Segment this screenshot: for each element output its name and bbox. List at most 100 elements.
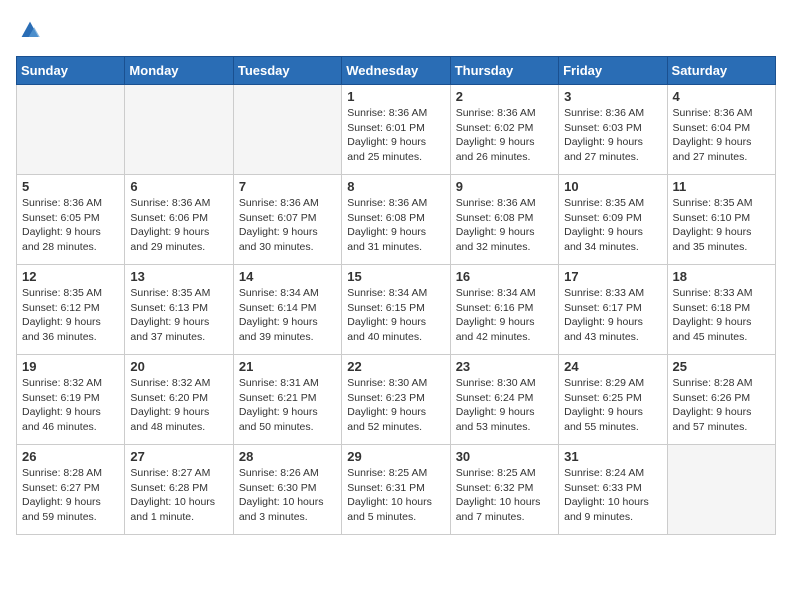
day-number: 4 <box>673 89 770 104</box>
day-info: Sunrise: 8:25 AM Sunset: 6:32 PM Dayligh… <box>456 466 553 525</box>
calendar-cell: 30 Sunrise: 8:25 AM Sunset: 6:32 PM Dayli… <box>450 445 558 535</box>
calendar-cell <box>17 85 125 175</box>
calendar-week-row: 5 Sunrise: 8:36 AM Sunset: 6:05 PM Daylig… <box>17 175 776 265</box>
day-number: 25 <box>673 359 770 374</box>
day-info: Sunrise: 8:36 AM Sunset: 6:05 PM Dayligh… <box>22 196 119 255</box>
day-number: 21 <box>239 359 336 374</box>
calendar-table: SundayMondayTuesdayWednesdayThursdayFrid… <box>16 56 776 535</box>
day-number: 8 <box>347 179 444 194</box>
calendar-cell: 6 Sunrise: 8:36 AM Sunset: 6:06 PM Daylig… <box>125 175 233 265</box>
calendar-cell: 9 Sunrise: 8:36 AM Sunset: 6:08 PM Daylig… <box>450 175 558 265</box>
logo-icon <box>16 16 44 44</box>
day-number: 1 <box>347 89 444 104</box>
day-of-week-header: Friday <box>559 57 667 85</box>
calendar-header-row: SundayMondayTuesdayWednesdayThursdayFrid… <box>17 57 776 85</box>
day-number: 5 <box>22 179 119 194</box>
calendar-cell: 29 Sunrise: 8:25 AM Sunset: 6:31 PM Dayli… <box>342 445 450 535</box>
day-info: Sunrise: 8:36 AM Sunset: 6:02 PM Dayligh… <box>456 106 553 165</box>
calendar-cell: 28Sunrise: 8:26 AM Sunset: 6:30 PM Dayli… <box>233 445 341 535</box>
day-number: 14 <box>239 269 336 284</box>
calendar-cell: 20Sunrise: 8:32 AM Sunset: 6:20 PM Dayli… <box>125 355 233 445</box>
day-number: 18 <box>673 269 770 284</box>
day-info: Sunrise: 8:36 AM Sunset: 6:08 PM Dayligh… <box>347 196 444 255</box>
day-number: 27 <box>130 449 227 464</box>
day-info: Sunrise: 8:27 AM Sunset: 6:28 PM Dayligh… <box>130 466 227 525</box>
day-number: 15 <box>347 269 444 284</box>
page-header <box>16 16 776 44</box>
day-info: Sunrise: 8:31 AM Sunset: 6:21 PM Dayligh… <box>239 376 336 435</box>
calendar-cell: 18 Sunrise: 8:33 AM Sunset: 6:18 PM Dayli… <box>667 265 775 355</box>
day-number: 16 <box>456 269 553 284</box>
day-number: 13 <box>130 269 227 284</box>
day-info: Sunrise: 8:28 AM Sunset: 6:27 PM Dayligh… <box>22 466 119 525</box>
calendar-cell: 11 Sunrise: 8:35 AM Sunset: 6:10 PM Dayli… <box>667 175 775 265</box>
calendar-cell: 17 Sunrise: 8:33 AM Sunset: 6:17 PM Dayli… <box>559 265 667 355</box>
day-info: Sunrise: 8:35 AM Sunset: 6:12 PM Dayligh… <box>22 286 119 345</box>
day-info: Sunrise: 8:36 AM Sunset: 6:07 PM Dayligh… <box>239 196 336 255</box>
calendar-cell: 16 Sunrise: 8:34 AM Sunset: 6:16 PM Dayli… <box>450 265 558 355</box>
calendar-cell: 3Sunrise: 8:36 AM Sunset: 6:03 PM Daylig… <box>559 85 667 175</box>
calendar-cell: 1 Sunrise: 8:36 AM Sunset: 6:01 PM Daylig… <box>342 85 450 175</box>
calendar-cell: 27 Sunrise: 8:27 AM Sunset: 6:28 PM Dayli… <box>125 445 233 535</box>
day-number: 29 <box>347 449 444 464</box>
day-info: Sunrise: 8:33 AM Sunset: 6:17 PM Dayligh… <box>564 286 661 345</box>
day-number: 7 <box>239 179 336 194</box>
calendar-cell: 7 Sunrise: 8:36 AM Sunset: 6:07 PM Daylig… <box>233 175 341 265</box>
day-info: Sunrise: 8:35 AM Sunset: 6:10 PM Dayligh… <box>673 196 770 255</box>
day-number: 24 <box>564 359 661 374</box>
day-info: Sunrise: 8:24 AM Sunset: 6:33 PM Dayligh… <box>564 466 661 525</box>
calendar-cell <box>125 85 233 175</box>
day-number: 20 <box>130 359 227 374</box>
day-number: 17 <box>564 269 661 284</box>
day-info: Sunrise: 8:28 AM Sunset: 6:26 PM Dayligh… <box>673 376 770 435</box>
calendar-cell: 19Sunrise: 8:32 AM Sunset: 6:19 PM Dayli… <box>17 355 125 445</box>
day-number: 11 <box>673 179 770 194</box>
logo <box>16 16 48 44</box>
calendar-cell: 24Sunrise: 8:29 AM Sunset: 6:25 PM Dayli… <box>559 355 667 445</box>
day-of-week-header: Monday <box>125 57 233 85</box>
day-number: 30 <box>456 449 553 464</box>
day-of-week-header: Thursday <box>450 57 558 85</box>
calendar-cell: 31Sunrise: 8:24 AM Sunset: 6:33 PM Dayli… <box>559 445 667 535</box>
calendar-cell: 25 Sunrise: 8:28 AM Sunset: 6:26 PM Dayli… <box>667 355 775 445</box>
calendar-cell: 10Sunrise: 8:35 AM Sunset: 6:09 PM Dayli… <box>559 175 667 265</box>
day-info: Sunrise: 8:36 AM Sunset: 6:01 PM Dayligh… <box>347 106 444 165</box>
day-info: Sunrise: 8:34 AM Sunset: 6:14 PM Dayligh… <box>239 286 336 345</box>
day-info: Sunrise: 8:26 AM Sunset: 6:30 PM Dayligh… <box>239 466 336 525</box>
day-number: 6 <box>130 179 227 194</box>
calendar-week-row: 26 Sunrise: 8:28 AM Sunset: 6:27 PM Dayli… <box>17 445 776 535</box>
calendar-cell: 23 Sunrise: 8:30 AM Sunset: 6:24 PM Dayli… <box>450 355 558 445</box>
day-number: 22 <box>347 359 444 374</box>
calendar-cell <box>667 445 775 535</box>
day-number: 10 <box>564 179 661 194</box>
calendar-cell: 26 Sunrise: 8:28 AM Sunset: 6:27 PM Dayli… <box>17 445 125 535</box>
calendar-body: 1 Sunrise: 8:36 AM Sunset: 6:01 PM Daylig… <box>17 85 776 535</box>
calendar-cell: 22 Sunrise: 8:30 AM Sunset: 6:23 PM Dayli… <box>342 355 450 445</box>
day-info: Sunrise: 8:36 AM Sunset: 6:08 PM Dayligh… <box>456 196 553 255</box>
day-of-week-header: Tuesday <box>233 57 341 85</box>
day-of-week-header: Sunday <box>17 57 125 85</box>
day-info: Sunrise: 8:35 AM Sunset: 6:13 PM Dayligh… <box>130 286 227 345</box>
day-info: Sunrise: 8:34 AM Sunset: 6:16 PM Dayligh… <box>456 286 553 345</box>
day-number: 26 <box>22 449 119 464</box>
day-of-week-header: Saturday <box>667 57 775 85</box>
calendar-week-row: 19Sunrise: 8:32 AM Sunset: 6:19 PM Dayli… <box>17 355 776 445</box>
calendar-cell: 12Sunrise: 8:35 AM Sunset: 6:12 PM Dayli… <box>17 265 125 355</box>
day-info: Sunrise: 8:30 AM Sunset: 6:23 PM Dayligh… <box>347 376 444 435</box>
day-info: Sunrise: 8:33 AM Sunset: 6:18 PM Dayligh… <box>673 286 770 345</box>
calendar-cell: 2Sunrise: 8:36 AM Sunset: 6:02 PM Daylig… <box>450 85 558 175</box>
day-info: Sunrise: 8:30 AM Sunset: 6:24 PM Dayligh… <box>456 376 553 435</box>
day-info: Sunrise: 8:34 AM Sunset: 6:15 PM Dayligh… <box>347 286 444 345</box>
calendar-cell: 4Sunrise: 8:36 AM Sunset: 6:04 PM Daylig… <box>667 85 775 175</box>
day-info: Sunrise: 8:32 AM Sunset: 6:19 PM Dayligh… <box>22 376 119 435</box>
day-info: Sunrise: 8:36 AM Sunset: 6:06 PM Dayligh… <box>130 196 227 255</box>
day-info: Sunrise: 8:25 AM Sunset: 6:31 PM Dayligh… <box>347 466 444 525</box>
day-number: 23 <box>456 359 553 374</box>
day-number: 3 <box>564 89 661 104</box>
day-number: 9 <box>456 179 553 194</box>
calendar-cell: 8 Sunrise: 8:36 AM Sunset: 6:08 PM Daylig… <box>342 175 450 265</box>
calendar-cell: 21 Sunrise: 8:31 AM Sunset: 6:21 PM Dayli… <box>233 355 341 445</box>
calendar-cell: 14 Sunrise: 8:34 AM Sunset: 6:14 PM Dayli… <box>233 265 341 355</box>
calendar-week-row: 1 Sunrise: 8:36 AM Sunset: 6:01 PM Daylig… <box>17 85 776 175</box>
calendar-cell <box>233 85 341 175</box>
